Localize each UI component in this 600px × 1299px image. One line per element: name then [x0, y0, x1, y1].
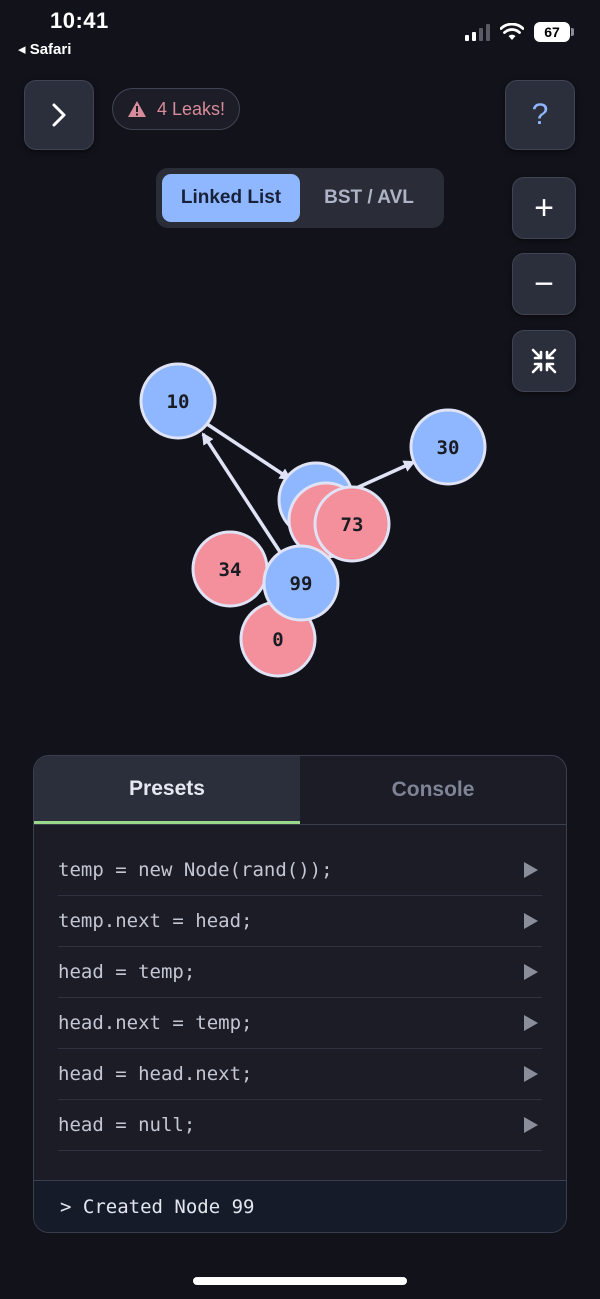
plus-icon: + [534, 189, 554, 227]
help-label: ? [531, 98, 549, 131]
preset-code: head = null; [58, 1114, 196, 1136]
preset-row[interactable]: head.next = temp; [58, 998, 542, 1049]
console-output: > Created Node 99 [34, 1180, 566, 1232]
graph-node[interactable]: 30 [409, 408, 487, 486]
home-indicator[interactable] [193, 1277, 407, 1285]
node-label: 10 [167, 391, 190, 413]
preset-row[interactable]: temp = new Node(rand()); [58, 845, 542, 896]
preset-row[interactable]: temp.next = head; [58, 896, 542, 947]
preset-code: head = temp; [58, 961, 196, 983]
chevron-right-icon [52, 103, 66, 127]
wifi-icon [500, 23, 524, 40]
mode-toggle: Linked List BST / AVL [156, 168, 444, 228]
node-label: 73 [341, 514, 364, 536]
preset-code: head.next = temp; [58, 1012, 253, 1034]
panel-tabs: Presets Console [34, 756, 566, 825]
graph-node[interactable]: 10 [139, 362, 217, 440]
play-icon[interactable] [524, 862, 538, 878]
preset-row[interactable]: head = head.next; [58, 1049, 542, 1100]
mode-bst-avl[interactable]: BST / AVL [300, 174, 438, 222]
leak-count-label: 4 Leaks! [157, 98, 226, 119]
mode-linked-list[interactable]: Linked List [162, 174, 300, 222]
preset-row[interactable]: head = null; [58, 1100, 542, 1151]
play-icon[interactable] [524, 1117, 538, 1133]
tab-presets[interactable]: Presets [34, 756, 300, 824]
preset-code: temp = new Node(rand()); [58, 859, 333, 881]
node-label: 99 [290, 573, 313, 595]
preset-code: head = head.next; [58, 1063, 253, 1085]
status-icons: 67 [465, 22, 574, 42]
nodes: 10 30 73 34 0 99 [139, 362, 487, 678]
battery-indicator: 67 [534, 22, 574, 42]
graph-node[interactable]: 34 [191, 530, 269, 608]
cellular-signal-icon [465, 23, 490, 41]
help-button[interactable]: ? [505, 80, 575, 150]
edge-73-to-30 [351, 460, 416, 492]
minus-icon: − [534, 265, 554, 303]
preset-list: temp = new Node(rand()); temp.next = hea… [34, 825, 566, 1151]
node-label: 0 [272, 629, 283, 651]
command-panel: Presets Console temp = new Node(rand());… [33, 755, 567, 1233]
play-icon[interactable] [524, 913, 538, 929]
node-label: 30 [437, 437, 460, 459]
linked-list-graph[interactable]: 10 30 73 34 0 99 [0, 340, 600, 700]
edge-10-to-hidden [206, 422, 292, 481]
zoom-out-button[interactable]: − [512, 253, 576, 315]
leak-badge[interactable]: 4 Leaks! [112, 88, 241, 130]
tab-console[interactable]: Console [300, 756, 566, 824]
play-icon[interactable] [524, 1066, 538, 1082]
status-time: 10:41 [50, 8, 109, 33]
preset-code: temp.next = head; [58, 910, 253, 932]
zoom-in-button[interactable]: + [512, 177, 576, 239]
preset-row[interactable]: head = temp; [58, 947, 542, 998]
graph-node[interactable]: 99 [262, 544, 340, 622]
expand-sidebar-button[interactable] [24, 80, 94, 150]
node-label: 34 [219, 559, 242, 581]
back-to-safari[interactable]: ◂ Safari [18, 40, 71, 58]
play-icon[interactable] [524, 1015, 538, 1031]
warning-icon [128, 101, 146, 117]
graph-node[interactable]: 73 [313, 485, 391, 563]
play-icon[interactable] [524, 964, 538, 980]
